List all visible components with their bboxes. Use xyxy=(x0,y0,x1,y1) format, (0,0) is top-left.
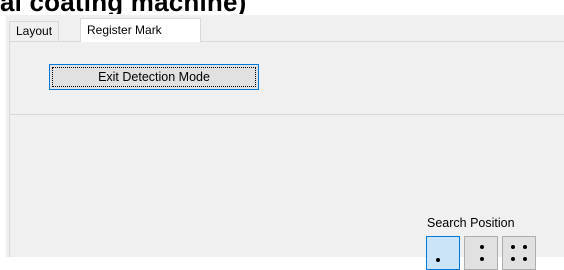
tab-register-mark[interactable]: Register Mark xyxy=(80,18,201,42)
tab-layout[interactable]: Layout xyxy=(9,21,60,41)
search-position-one-dot-button[interactable] xyxy=(426,236,460,270)
search-position-two-dots-button[interactable] xyxy=(464,236,498,270)
exit-detection-mode-button[interactable]: Exit Detection Mode xyxy=(49,64,259,90)
register-mark-panel: Exit Detection Mode Search Position xyxy=(9,41,564,270)
search-position-four-dots-button[interactable] xyxy=(502,236,536,270)
search-position-label: Search Position xyxy=(427,216,515,230)
page-heading: al coating machine) xyxy=(0,0,247,14)
heading-clip: al coating machine) xyxy=(0,0,564,14)
panel-top-section: Exit Detection Mode xyxy=(10,42,564,115)
register-mark-window: Layout Register Mark Exit Detection Mode… xyxy=(6,15,564,270)
